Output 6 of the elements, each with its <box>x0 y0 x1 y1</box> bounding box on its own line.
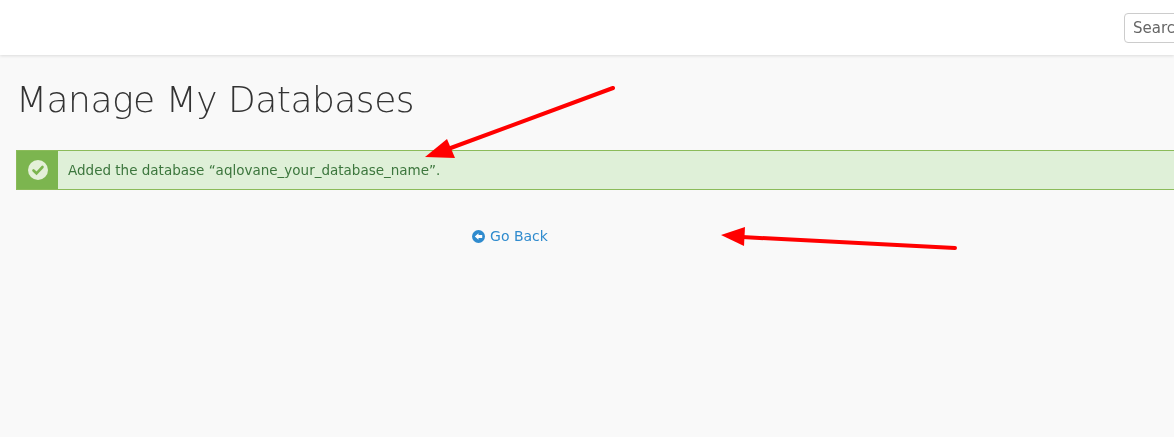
left-arrow-circle-icon <box>472 229 486 243</box>
page-title: Manage My Databases <box>16 79 416 120</box>
check-circle-icon <box>27 160 48 180</box>
search-field[interactable]: Searc <box>1124 12 1174 43</box>
go-back-link[interactable]: Go Back <box>472 228 548 244</box>
alert-message: Added the database “aqlovane_your_database_name”. <box>68 162 441 178</box>
